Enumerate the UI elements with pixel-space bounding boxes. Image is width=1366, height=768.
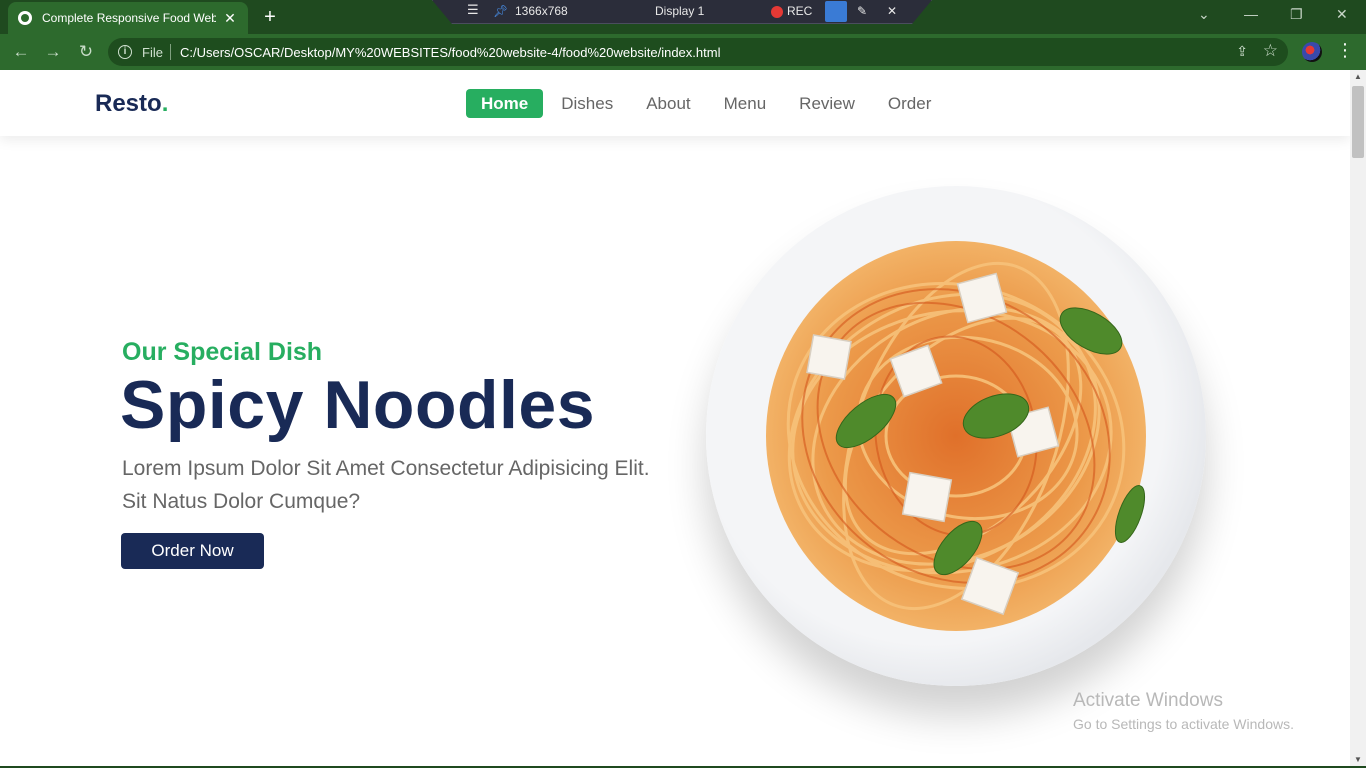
- screen-recorder-toolbar: ☰ 📌︎ 1366x768 Display 1 REC ✎ ✕: [432, 0, 932, 24]
- back-arrow-icon[interactable]: ←: [10, 41, 32, 63]
- tab-close-icon[interactable]: ✕: [222, 10, 238, 27]
- extension-icon[interactable]: [1302, 42, 1322, 62]
- camera-icon[interactable]: [825, 1, 847, 22]
- hero-subtitle: Our Special Dish: [122, 338, 323, 366]
- noodles-plate-image: [706, 186, 1206, 686]
- watermark-line-2: Go to Settings to activate Windows.: [1073, 716, 1294, 732]
- noodles-illustration: [766, 241, 1146, 631]
- browser-tab[interactable]: Complete Responsive Food Website ✕: [8, 2, 248, 34]
- nav-about[interactable]: About: [631, 89, 705, 118]
- record-button[interactable]: REC: [787, 4, 812, 18]
- star-icon[interactable]: ☆: [1263, 41, 1278, 61]
- browser-tab-strip: Complete Responsive Food Website ✕ + ☰ 📌…: [0, 0, 1366, 34]
- nav-menu[interactable]: Menu: [709, 89, 782, 118]
- nav-dishes[interactable]: Dishes: [546, 89, 628, 118]
- tab-title: Complete Responsive Food Website: [42, 11, 216, 25]
- url-text[interactable]: C:/Users/OSCAR/Desktop/MY%20WEBSITES/foo…: [180, 45, 720, 60]
- nav-review[interactable]: Review: [784, 89, 870, 118]
- main-nav: Home Dishes About Menu Review Order: [466, 89, 949, 118]
- forward-arrow-icon[interactable]: →: [42, 41, 64, 63]
- record-dot-icon[interactable]: [771, 6, 783, 18]
- url-divider: [170, 44, 171, 60]
- scroll-down-icon[interactable]: ▼: [1354, 755, 1362, 764]
- url-scheme-label: File: [142, 45, 163, 60]
- site-logo[interactable]: Resto.: [95, 90, 168, 118]
- recorder-close-icon[interactable]: ✕: [887, 4, 897, 18]
- new-tab-button[interactable]: +: [258, 5, 282, 29]
- nav-order[interactable]: Order: [873, 89, 946, 118]
- pin-icon[interactable]: 📌︎: [493, 4, 508, 18]
- page-scrollbar[interactable]: ▲ ▼: [1350, 70, 1366, 768]
- tab-search-icon[interactable]: ⌄: [1198, 6, 1210, 23]
- logo-text: Resto: [95, 90, 162, 117]
- hero-description: Lorem Ipsum Dolor Sit Amet Consectetur A…: [122, 457, 650, 513]
- nav-home[interactable]: Home: [466, 89, 544, 118]
- order-now-button[interactable]: Order Now: [121, 533, 264, 569]
- info-icon[interactable]: i: [118, 45, 132, 59]
- recorder-menu-icon[interactable]: ☰: [467, 2, 479, 18]
- window-close-icon[interactable]: ✕: [1336, 6, 1348, 23]
- logo-dot: .: [161, 90, 169, 117]
- globe-icon: [18, 11, 32, 25]
- hero-title: Spicy Noodles: [120, 367, 596, 443]
- recorder-resolution: 1366x768: [515, 4, 568, 18]
- restore-icon[interactable]: ❐: [1290, 6, 1303, 23]
- share-icon[interactable]: ⇪: [1236, 43, 1248, 60]
- recorder-display[interactable]: Display 1: [655, 4, 704, 18]
- browser-toolbar: ← → ↻ i File C:/Users/OSCAR/Desktop/MY%2…: [0, 34, 1366, 70]
- scrollbar-thumb[interactable]: [1352, 86, 1364, 158]
- activate-windows-watermark: Activate Windows Go to Settings to activ…: [1073, 690, 1294, 732]
- pen-icon[interactable]: ✎: [857, 4, 867, 18]
- address-bar[interactable]: i File C:/Users/OSCAR/Desktop/MY%20WEBSI…: [108, 38, 1288, 66]
- scroll-up-icon[interactable]: ▲: [1354, 72, 1362, 81]
- browser-menu-icon[interactable]: ⋮: [1336, 40, 1354, 61]
- page-viewport: Resto. Home Dishes About Menu Review Ord…: [0, 70, 1350, 768]
- watermark-line-1: Activate Windows: [1073, 690, 1223, 711]
- site-header: Resto. Home Dishes About Menu Review Ord…: [0, 70, 1350, 136]
- minimize-icon[interactable]: —: [1244, 6, 1258, 22]
- reload-icon[interactable]: ↻: [75, 41, 97, 63]
